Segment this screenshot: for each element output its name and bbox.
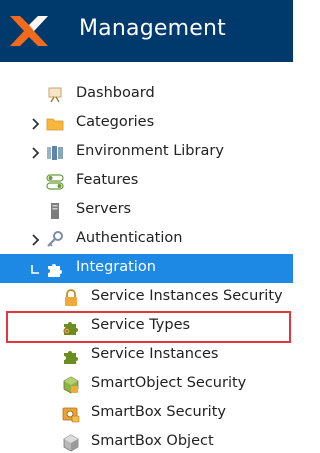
tree-item-label: SmartObject Security [91,375,247,391]
tree-item-service-instances[interactable]: Service Instances [0,341,293,370]
chevron-expanded-icon[interactable] [28,254,42,283]
tree-item-smartbox-security[interactable]: SmartBox Security [0,399,293,428]
tree-item-label: Service Types [91,317,191,333]
puzzle-icon [46,260,64,278]
library-icon [46,144,64,162]
tree-item-dashboard[interactable]: Dashboard [0,80,293,109]
puzzle-gear-icon [62,318,80,336]
easel-icon [46,86,64,104]
tree-item-label: SmartBox Security [91,404,226,420]
smartbox-lock-icon [62,405,80,423]
chevron-right-icon[interactable] [28,225,42,254]
tree-item-label: Service Instances Security [91,288,283,304]
tree-item-integration[interactable]: Integration [0,254,293,283]
tree-item-environment-library[interactable]: Environment Library [0,138,293,167]
tree-item-label: Servers [76,201,132,217]
cube-lock-icon [62,376,80,394]
tree-item-smartbox-object[interactable]: SmartBox Object [0,428,293,453]
tree-item-label: Integration [76,259,156,275]
tree-item-service-types[interactable]: Service Types [0,312,293,341]
app-header: Management [0,0,293,62]
tree-item-smartobject-security[interactable]: SmartObject Security [0,370,293,399]
tree-item-features[interactable]: Features [0,167,293,196]
tree-item-service-instances-security[interactable]: Service Instances Security [0,283,293,312]
chevron-right-icon[interactable] [28,138,42,167]
k2-logo-icon [10,16,48,46]
toggle-icon [46,173,64,191]
tree-item-authentication[interactable]: Authentication [0,225,293,254]
tree-item-categories[interactable]: Categories [0,109,293,138]
tree-item-label: Dashboard [76,85,155,101]
tree-item-label: Authentication [76,230,183,246]
tree-item-label: Environment Library [76,143,224,159]
chevron-right-icon[interactable] [28,109,42,138]
key-icon [46,231,64,249]
tree-item-label: Categories [76,114,155,130]
folder-icon [46,115,64,133]
page-title: Management [79,16,226,41]
server-icon [46,202,64,220]
tree-item-servers[interactable]: Servers [0,196,293,225]
cube-icon [62,434,80,452]
tree-item-label: SmartBox Object [91,433,214,449]
tree-item-label: Features [76,172,139,188]
padlock-icon [62,289,80,307]
puzzle-icon [62,347,80,365]
tree-item-label: Service Instances [91,346,219,362]
